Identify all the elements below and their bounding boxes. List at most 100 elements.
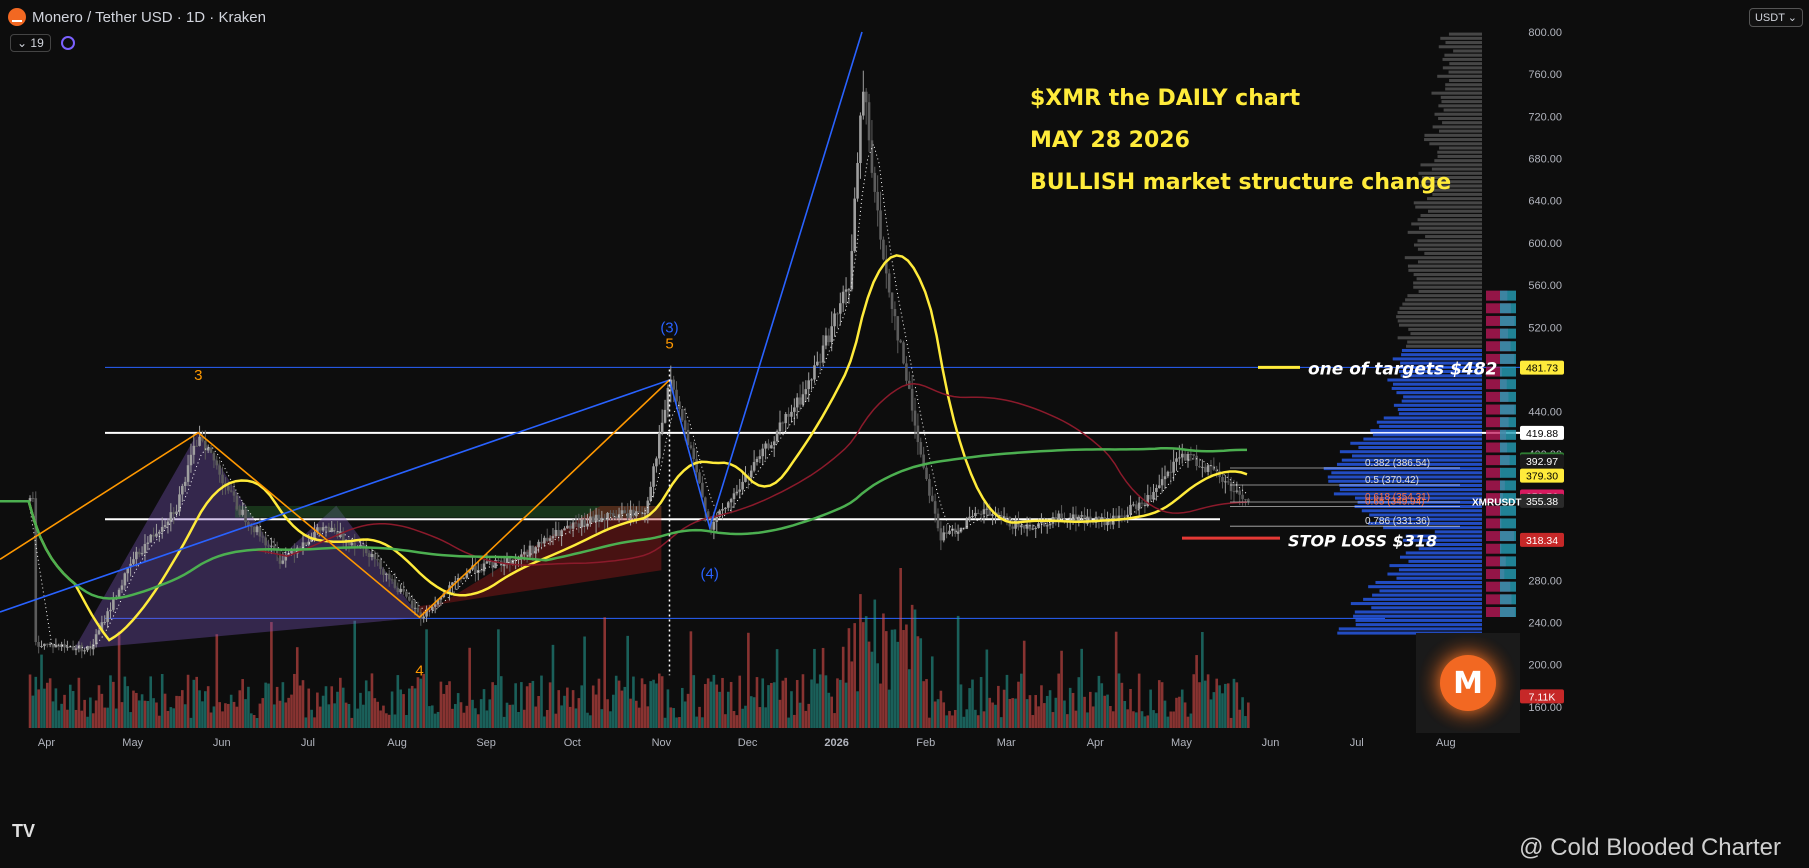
candle-body bbox=[40, 646, 43, 648]
currency-selector[interactable]: USDT ⌄ bbox=[1748, 8, 1803, 27]
candle-body bbox=[571, 522, 575, 529]
volume-bar bbox=[491, 682, 494, 728]
symbol-header[interactable]: Monero / Tether USD · 1D · Kraken bbox=[8, 8, 266, 26]
candle-body bbox=[612, 513, 615, 517]
y-tick-label: 440.00 bbox=[1528, 407, 1562, 419]
volume-bar bbox=[68, 684, 72, 728]
volume-bar bbox=[1169, 711, 1173, 728]
candle-body bbox=[554, 529, 558, 537]
y-tick-label: 240.00 bbox=[1528, 618, 1562, 630]
volume-profile-bar bbox=[1444, 53, 1482, 57]
volume-bar bbox=[258, 703, 262, 728]
volume-bar bbox=[778, 699, 782, 728]
volume-bar bbox=[112, 681, 115, 728]
volume-bar bbox=[672, 708, 675, 728]
volume-bar bbox=[1218, 685, 1221, 728]
volume-bar bbox=[364, 680, 368, 728]
candle-body bbox=[66, 646, 69, 648]
volume-profile-bar bbox=[1361, 509, 1482, 513]
candle-body bbox=[890, 292, 894, 309]
candle-body bbox=[1235, 490, 1239, 492]
volume-bar bbox=[543, 716, 546, 728]
volume-bar bbox=[31, 695, 35, 728]
session-profile-bar bbox=[1500, 581, 1516, 592]
volume-bar bbox=[344, 702, 348, 728]
volume-bar bbox=[117, 631, 121, 728]
candle-body bbox=[1140, 502, 1144, 504]
indicator-count: 19 bbox=[30, 36, 44, 50]
candle-body bbox=[522, 551, 526, 555]
candle-body bbox=[609, 512, 612, 514]
volume-bar bbox=[534, 706, 538, 728]
volume-profile-bar bbox=[1407, 264, 1482, 268]
volume-bar bbox=[479, 699, 483, 728]
volume-bar bbox=[1126, 709, 1129, 728]
volume-bar bbox=[982, 711, 986, 728]
volume-bar bbox=[830, 696, 833, 728]
volume-bar bbox=[1008, 698, 1012, 728]
wave-label: 5 bbox=[665, 335, 673, 352]
volume-profile-bar bbox=[1408, 327, 1482, 331]
annotation-structure: BULLISH market structure change bbox=[1030, 170, 1452, 195]
volume-bar bbox=[586, 712, 589, 728]
volume-bar bbox=[1002, 689, 1006, 728]
volume-bar bbox=[922, 681, 925, 728]
volume-bar bbox=[974, 709, 977, 728]
volume-bar bbox=[169, 707, 173, 728]
volume-bar bbox=[166, 710, 170, 728]
volume-bar bbox=[1111, 711, 1115, 728]
volume-bar bbox=[718, 691, 721, 728]
volume-bar bbox=[637, 707, 641, 728]
annotation-title: $XMR the DAILY chart bbox=[1030, 86, 1301, 111]
volume-profile-bar bbox=[1396, 576, 1482, 580]
price-chart[interactable]: 3(3)5(4)4 160.00200.00240.00280.00320.00… bbox=[0, 0, 1809, 868]
indicator-toggle-button[interactable]: ⌄ 19 bbox=[10, 34, 51, 52]
candle-body bbox=[603, 517, 607, 521]
volume-bar bbox=[933, 701, 937, 728]
volume-bar bbox=[192, 679, 196, 728]
volume-bar bbox=[804, 710, 808, 728]
candle-body bbox=[405, 591, 408, 597]
volume-bar bbox=[548, 682, 552, 728]
candle-body bbox=[1157, 485, 1161, 488]
volume-profile-bar bbox=[1416, 277, 1482, 281]
volume-bar bbox=[485, 710, 489, 728]
volume-bar bbox=[264, 682, 267, 728]
volume-bar bbox=[646, 706, 650, 728]
volume-profile-bar bbox=[1404, 256, 1482, 260]
volume-bar bbox=[1083, 696, 1086, 728]
volume-bar bbox=[106, 707, 109, 728]
candle-body bbox=[919, 442, 923, 455]
volume-profile-bar bbox=[1448, 32, 1482, 36]
candle-body bbox=[373, 553, 377, 560]
candle-body bbox=[48, 643, 52, 645]
candle-body bbox=[695, 459, 698, 473]
volume-bar bbox=[353, 620, 357, 728]
volume-bar bbox=[623, 686, 627, 728]
volume-bar bbox=[945, 715, 948, 728]
candle-body bbox=[1224, 481, 1227, 483]
volume-bar bbox=[54, 688, 58, 728]
candle-body bbox=[534, 547, 538, 554]
candle-body bbox=[551, 536, 555, 539]
tradingview-logo-icon[interactable]: TV bbox=[12, 821, 35, 842]
session-profile-bar bbox=[1486, 543, 1502, 554]
volume-bar bbox=[609, 711, 612, 728]
volume-bar bbox=[531, 680, 535, 728]
candle-body bbox=[252, 527, 256, 533]
volume-bar bbox=[252, 714, 256, 728]
volume-bar bbox=[614, 675, 618, 728]
candle-body bbox=[833, 313, 836, 327]
volume-bar bbox=[591, 685, 595, 728]
volume-bar bbox=[77, 677, 81, 728]
volume-bar bbox=[1244, 716, 1247, 728]
volume-bar bbox=[859, 594, 862, 728]
volume-bar bbox=[1226, 683, 1230, 728]
indicator-settings-icon[interactable] bbox=[60, 36, 75, 50]
volume-bar bbox=[577, 698, 581, 728]
volume-bar bbox=[1077, 677, 1081, 728]
volume-profile-bar bbox=[1387, 572, 1482, 576]
candle-body bbox=[1229, 482, 1233, 492]
candle-body bbox=[385, 573, 388, 575]
volume-bar bbox=[120, 702, 124, 728]
